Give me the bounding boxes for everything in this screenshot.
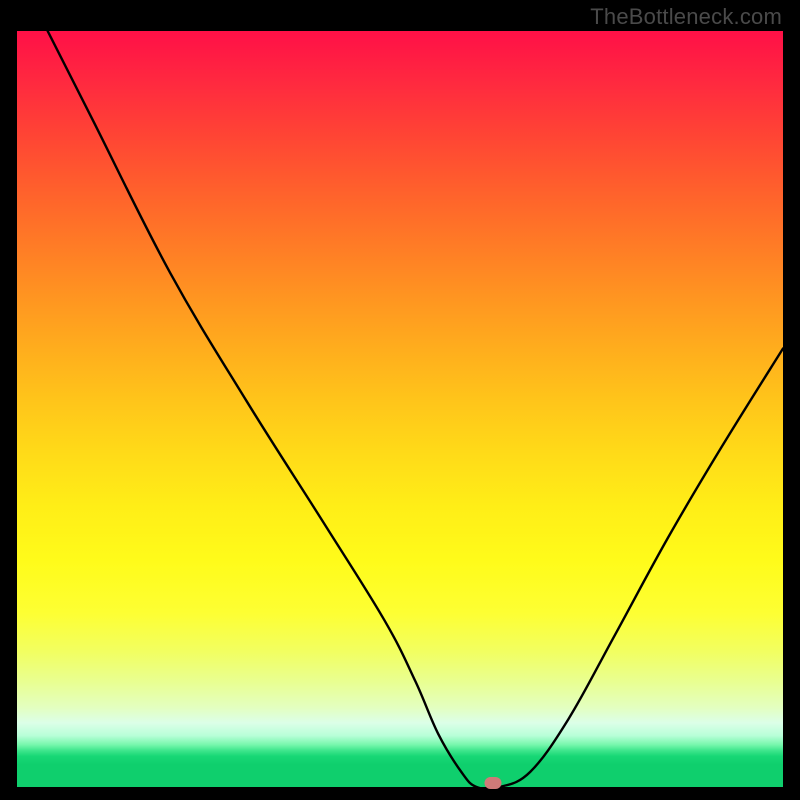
watermark-text: TheBottleneck.com	[590, 4, 782, 30]
chart-frame	[17, 31, 783, 787]
bottleneck-curve	[17, 31, 783, 787]
optimal-point-marker	[485, 777, 502, 789]
